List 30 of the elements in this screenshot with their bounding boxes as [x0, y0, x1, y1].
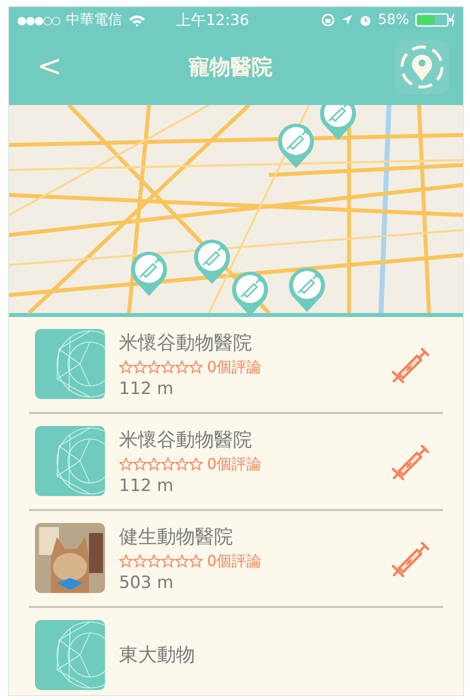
review-count: 0個評論 [207, 552, 262, 570]
carrier-name: 中華電信 [66, 11, 122, 29]
syringe-pin-icon[interactable] [319, 105, 357, 141]
wifi-icon [128, 14, 146, 26]
clinic-name[interactable]: 東大動物 [119, 642, 437, 668]
clock-time: 上午12:36 [176, 10, 250, 30]
signal-strength: ●●●○○ [17, 14, 60, 26]
locate-button[interactable] [394, 40, 449, 94]
clinic-logo [35, 620, 105, 690]
rotation-lock-icon [320, 13, 335, 27]
syringe-pin-icon[interactable] [288, 267, 326, 313]
alarm-clock-icon [358, 14, 372, 26]
distance-text: 112 m [119, 378, 174, 398]
syringe-pin-icon[interactable] [130, 251, 168, 297]
distance-text: 112 m [119, 476, 174, 496]
location-arrow-icon [340, 14, 353, 26]
distance-text: 503 m [119, 572, 174, 592]
clinic-name[interactable]: 米懷谷動物醫院 [119, 426, 377, 452]
review-count: 0個評論 [207, 358, 262, 376]
syringe-pin-icon[interactable] [193, 239, 231, 285]
clinic-name[interactable]: 健生動物醫院 [119, 524, 377, 550]
review-count: 0個評論 [207, 454, 262, 474]
clinic-logo [35, 426, 105, 496]
battery-icon [415, 13, 455, 27]
syringe-pin-icon[interactable] [277, 123, 315, 169]
clinic-name[interactable]: 米懷谷動物醫院 [119, 330, 377, 356]
battery-percent: 58% [378, 12, 409, 28]
page-title: 寵物醫院 [188, 54, 273, 81]
clinic-logo [35, 329, 105, 399]
syringe-pin-icon[interactable] [231, 271, 269, 313]
